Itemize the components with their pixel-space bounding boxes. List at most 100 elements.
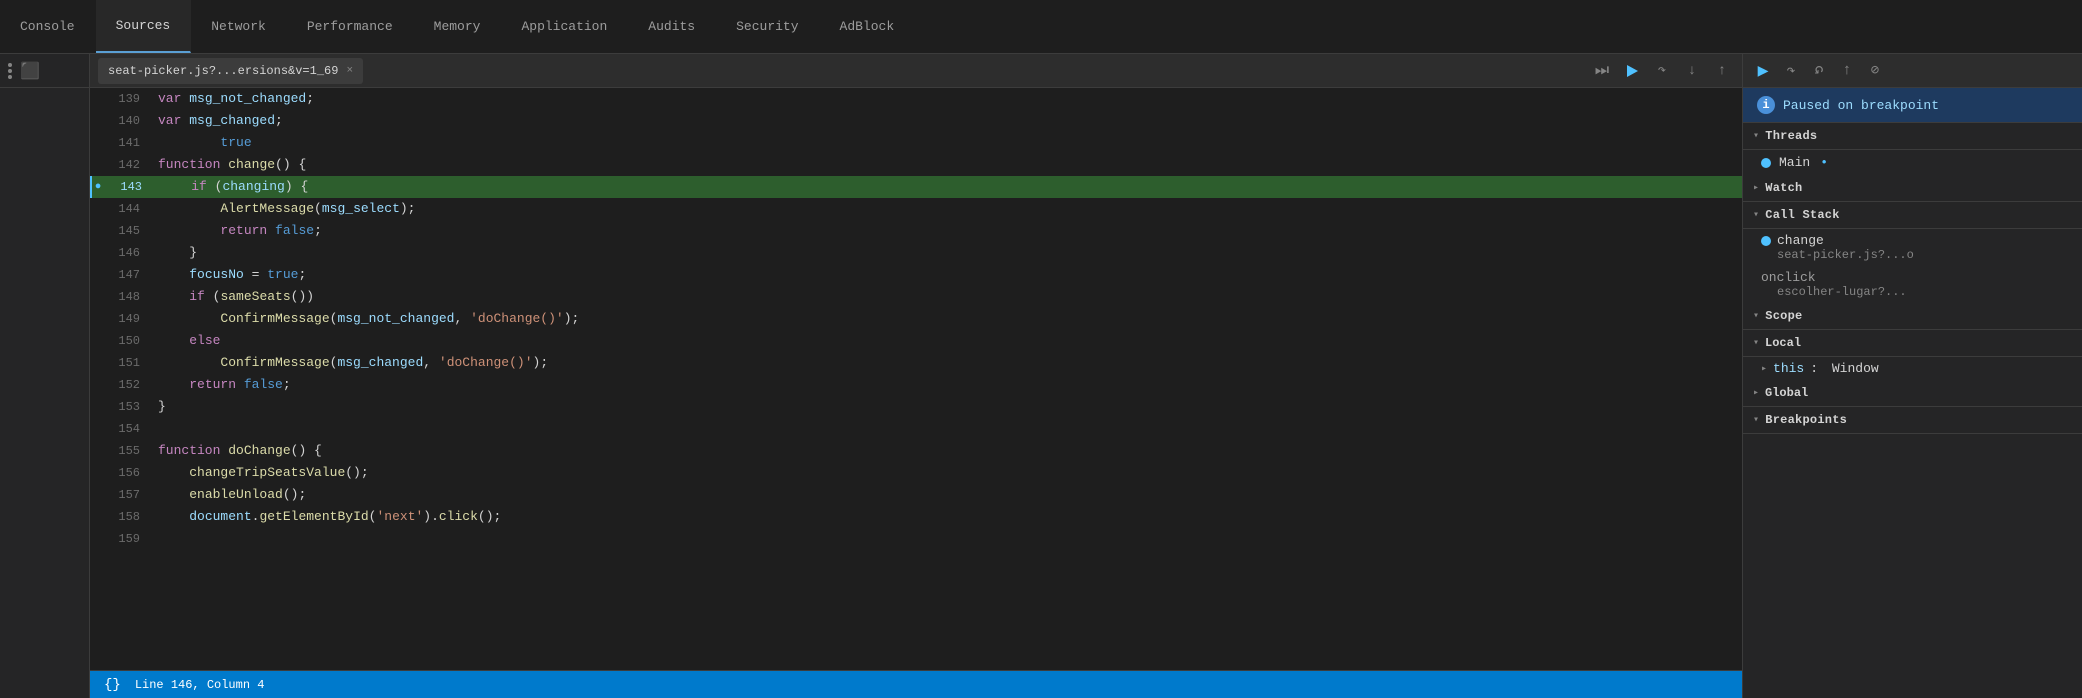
- tab-adblock[interactable]: AdBlock: [820, 0, 916, 53]
- global-label: Global: [1765, 386, 1808, 400]
- callstack-label: Call Stack: [1765, 208, 1839, 222]
- local-scope-header[interactable]: Local: [1743, 330, 2082, 357]
- local-label: Local: [1765, 336, 1801, 350]
- tab-network[interactable]: Network: [191, 0, 287, 53]
- breakpoints-chevron: [1753, 414, 1759, 426]
- code-content[interactable]: 139 var msg_not_changed; 140 var msg_cha…: [90, 88, 1742, 670]
- tab-audits[interactable]: Audits: [628, 0, 716, 53]
- right-panel: ▶ ↷ ↺ ↑ ⊘ i Paused on breakpoint Threads…: [1742, 54, 2082, 698]
- code-line-149: 149 ConfirmMessage(msg_not_changed, 'doC…: [90, 308, 1742, 330]
- callstack-fn-change: change: [1777, 233, 1824, 248]
- code-line-147: 147 focusNo = true;: [90, 264, 1742, 286]
- scope-this-arrow: ▸: [1761, 363, 1767, 375]
- thread-dot-main: [1761, 158, 1771, 168]
- callstack-dot-change: [1761, 236, 1771, 246]
- watch-chevron: [1753, 182, 1759, 194]
- callstack-item-onclick[interactable]: onclick escolher-lugar?...: [1743, 266, 2082, 303]
- thread-main-dot-indicator: •: [1820, 155, 1828, 170]
- skip-to-end-btn[interactable]: ⏭: [1590, 59, 1614, 83]
- step-out-debug-btn[interactable]: ↑: [1835, 59, 1859, 83]
- watch-section-header[interactable]: Watch: [1743, 175, 2082, 202]
- local-chevron: [1753, 337, 1759, 349]
- tab-security[interactable]: Security: [716, 0, 819, 53]
- debug-toolbar: ▶ ↷ ↺ ↑ ⊘: [1743, 54, 2082, 88]
- bp-143: [92, 176, 104, 198]
- code-line-158: 158 document.getElementById('next').clic…: [90, 506, 1742, 528]
- devtools-container: Console Sources Network Performance Memo…: [0, 0, 2082, 698]
- step-out-btn[interactable]: ↑: [1710, 59, 1734, 83]
- local-scope-items: ▸ this : Window: [1743, 357, 2082, 380]
- watch-label: Watch: [1765, 181, 1802, 195]
- code-line-141: 141 true: [90, 132, 1742, 154]
- scope-chevron: [1753, 310, 1759, 322]
- callstack-section-header[interactable]: Call Stack: [1743, 202, 2082, 229]
- tab-sources[interactable]: Sources: [96, 0, 192, 53]
- scope-this[interactable]: ▸ this : Window: [1743, 357, 2082, 380]
- scope-label: Scope: [1765, 309, 1802, 323]
- top-tab-bar: Console Sources Network Performance Memo…: [0, 0, 2082, 54]
- paused-text: Paused on breakpoint: [1783, 98, 1939, 113]
- code-line-156: 156 changeTripSeatsValue();: [90, 462, 1742, 484]
- scope-colon: :: [1810, 361, 1826, 376]
- dot2: [8, 69, 12, 73]
- thread-main-label: Main: [1779, 155, 1810, 170]
- tab-performance[interactable]: Performance: [287, 0, 414, 53]
- code-line-142: 142 function change() {: [90, 154, 1742, 176]
- paused-banner: i Paused on breakpoint: [1743, 88, 2082, 123]
- resume-debug-btn[interactable]: ▶: [1751, 59, 1775, 83]
- code-editor-section: seat-picker.js?...ersions&v=1_69 × ⏭ ↷ ↓…: [90, 54, 1742, 698]
- status-bar: {} Line 146, Column 4: [90, 670, 1742, 698]
- breakpoints-label: Breakpoints: [1765, 413, 1847, 427]
- dot1: [8, 63, 12, 67]
- code-line-146: 146 }: [90, 242, 1742, 264]
- global-scope-header[interactable]: Global: [1743, 380, 2082, 407]
- step-into-btn[interactable]: ↓: [1680, 59, 1704, 83]
- sources-toolbar: ⬛: [0, 54, 89, 88]
- cursor-position: Line 146, Column 4: [135, 678, 265, 692]
- code-line-154: 154: [90, 418, 1742, 440]
- global-chevron: [1753, 387, 1759, 399]
- code-line-145: 145 return false;: [90, 220, 1742, 242]
- code-line-140: 140 var msg_changed;: [90, 110, 1742, 132]
- step-over-debug-btn[interactable]: ↷: [1779, 59, 1803, 83]
- callstack-file-change: seat-picker.js?...o: [1761, 248, 2064, 262]
- code-line-155: 155 function doChange() {: [90, 440, 1742, 462]
- info-icon: i: [1757, 96, 1775, 114]
- callstack-file-onclick: escolher-lugar?...: [1761, 285, 2064, 299]
- code-line-159: 159: [90, 528, 1742, 550]
- sources-sidebar: ⬛: [0, 54, 90, 698]
- threads-chevron: [1753, 130, 1759, 142]
- tab-application[interactable]: Application: [501, 0, 628, 53]
- code-line-150: 150 else: [90, 330, 1742, 352]
- file-tab-name: seat-picker.js?...ersions&v=1_69: [108, 64, 338, 78]
- threads-section-header[interactable]: Threads: [1743, 123, 2082, 150]
- callstack-list: change seat-picker.js?...o onclick escol…: [1743, 229, 2082, 303]
- scope-section-header[interactable]: Scope: [1743, 303, 2082, 330]
- format-icon[interactable]: {}: [104, 677, 121, 693]
- resume-btn[interactable]: [1620, 59, 1644, 83]
- dot3: [8, 75, 12, 79]
- callstack-item-change[interactable]: change seat-picker.js?...o: [1743, 229, 2082, 266]
- code-line-157: 157 enableUnload();: [90, 484, 1742, 506]
- thread-main[interactable]: Main •: [1743, 150, 2082, 175]
- code-line-153: 153 }: [90, 396, 1742, 418]
- file-tab-close[interactable]: ×: [346, 65, 353, 77]
- menu-dots[interactable]: [6, 59, 14, 83]
- scope-this-val: Window: [1832, 361, 1879, 376]
- step-into-debug-btn[interactable]: ↺: [1807, 59, 1831, 83]
- tab-console[interactable]: Console: [0, 0, 96, 53]
- threads-label: Threads: [1765, 129, 1817, 143]
- code-line-143: 143 if (changing) {: [90, 176, 1742, 198]
- code-line-152: 152 return false;: [90, 374, 1742, 396]
- file-tab-bar: seat-picker.js?...ersions&v=1_69 × ⏭ ↷ ↓…: [90, 54, 1742, 88]
- code-line-139: 139 var msg_not_changed;: [90, 88, 1742, 110]
- threads-list: Main •: [1743, 150, 2082, 175]
- step-over-btn[interactable]: ↷: [1650, 59, 1674, 83]
- code-line-148: 148 if (sameSeats()): [90, 286, 1742, 308]
- file-tab[interactable]: seat-picker.js?...ersions&v=1_69 ×: [98, 58, 363, 84]
- tab-memory[interactable]: Memory: [414, 0, 502, 53]
- sidebar-toggle-btn[interactable]: ⬛: [18, 59, 42, 83]
- deactivate-bp-btn[interactable]: ⊘: [1863, 59, 1887, 83]
- callstack-chevron: [1753, 209, 1759, 221]
- breakpoints-section-header[interactable]: Breakpoints: [1743, 407, 2082, 434]
